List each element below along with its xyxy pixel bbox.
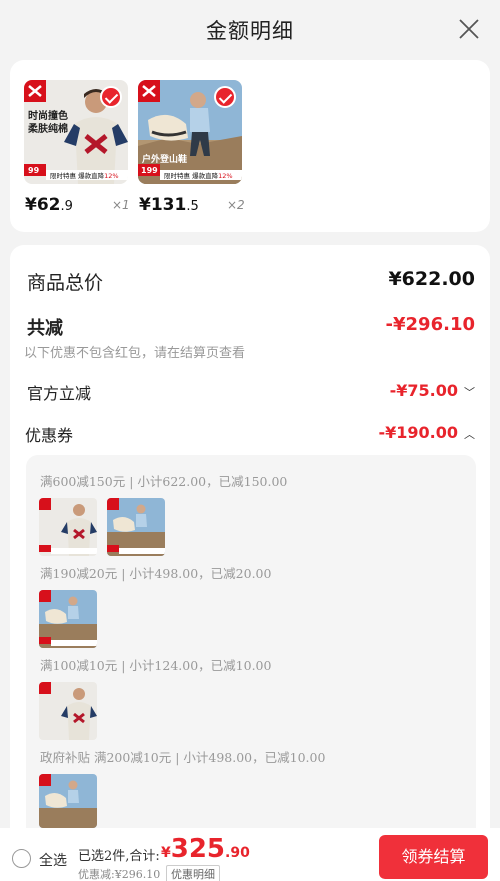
- select-all-label[interactable]: 全选: [39, 850, 67, 870]
- coupon-rule: 政府补贴 满200减10元 | 小计498.00，已减10.00: [40, 750, 326, 765]
- price-symbol: ¥: [161, 845, 171, 861]
- total-price: ¥325.90: [161, 834, 250, 864]
- price-decimal: .9: [60, 199, 73, 214]
- price-badge: 199: [141, 166, 158, 175]
- discount-note: 以下优惠不包含红包，请在结算页查看: [24, 346, 246, 361]
- checkout-button[interactable]: 领券结算: [379, 835, 488, 879]
- discount-value: -¥296.10: [385, 314, 475, 335]
- price-integer: ¥62: [25, 195, 61, 215]
- selected-summary: 已选2件,合计:: [78, 849, 160, 864]
- product-image-tee: 时尚撞色 柔肤纯棉 99 限时特惠 爆款直降12%: [24, 80, 128, 184]
- official-discount-label: 官方立减: [27, 384, 92, 403]
- select-all-radio[interactable]: [12, 849, 31, 868]
- product-tag-line1: 时尚撞色: [28, 111, 68, 122]
- coupon-row[interactable]: -¥190.00 ︿: [378, 423, 475, 442]
- product-price: ¥62.9: [25, 195, 73, 215]
- amount-detail-sheet: 金额明细 时尚撞色 柔肤纯棉 99 限时特惠 爆款直降12% ¥62.9 ×1 …: [0, 0, 500, 881]
- sheet-header: 金额明细: [0, 0, 500, 58]
- close-icon[interactable]: [458, 18, 480, 40]
- coupon-product-thumb-shoes: [107, 498, 165, 556]
- selected-check-icon[interactable]: [214, 86, 236, 108]
- chevron-up-icon[interactable]: ︿: [464, 426, 475, 442]
- total-value: ¥622.00: [388, 268, 475, 290]
- product-item-shoes[interactable]: 户外登山鞋 199 限时特惠 爆款直降12%: [138, 80, 242, 184]
- price-integer: 325: [170, 834, 226, 864]
- product-item-tee[interactable]: 时尚撞色 柔肤纯棉 99 限时特惠 爆款直降12%: [24, 80, 128, 184]
- promo-percent: 12%: [218, 172, 233, 180]
- sheet-title: 金额明细: [206, 19, 294, 43]
- discount-label: 共减: [27, 318, 63, 339]
- coupon-rule: 满100减10元 | 小计124.00，已减10.00: [40, 658, 272, 673]
- product-quantity: ×2: [227, 198, 245, 212]
- price-decimal: .5: [186, 199, 199, 214]
- official-discount-value: -¥75.00: [389, 381, 458, 400]
- coupon-label: 优惠券: [25, 426, 74, 445]
- chevron-down-icon[interactable]: ﹀: [464, 384, 475, 400]
- coupon-rule: 满600减150元 | 小计622.00，已减150.00: [40, 474, 288, 489]
- coupon-product-thumb-shoes: [39, 774, 97, 828]
- coupon-rule: 满190减20元 | 小计498.00，已减20.00: [40, 566, 272, 581]
- price-integer: ¥131: [139, 195, 187, 215]
- discount-detail-button[interactable]: 优惠明细: [166, 865, 220, 881]
- price-badge: 99: [28, 166, 40, 175]
- product-tag-line2: 柔肤纯棉: [28, 124, 68, 135]
- coupon-product-thumb-shoes: [39, 590, 97, 648]
- promo-text: 限时特惠 爆款直降: [50, 172, 105, 180]
- total-label: 商品总价: [27, 272, 104, 294]
- price-decimal: .90: [225, 845, 250, 861]
- official-discount-row[interactable]: -¥75.00 ﹀: [390, 381, 475, 400]
- promo-text: 限时特惠 爆款直降: [164, 172, 219, 180]
- product-quantity: ×1: [112, 198, 130, 212]
- coupon-product-thumb-tee: [39, 498, 97, 556]
- coupon-value: -¥190.00: [378, 423, 458, 442]
- discounted-amount: 优惠减:¥296.10: [78, 868, 161, 881]
- product-image-shoes: 户外登山鞋 199 限时特惠 爆款直降12%: [138, 80, 242, 184]
- selected-check-icon[interactable]: [100, 86, 122, 108]
- promo-percent: 12%: [104, 172, 119, 180]
- product-tag-line1: 户外登山鞋: [142, 155, 188, 165]
- product-price: ¥131.5: [139, 195, 199, 215]
- coupon-product-thumb-tee: [39, 682, 97, 740]
